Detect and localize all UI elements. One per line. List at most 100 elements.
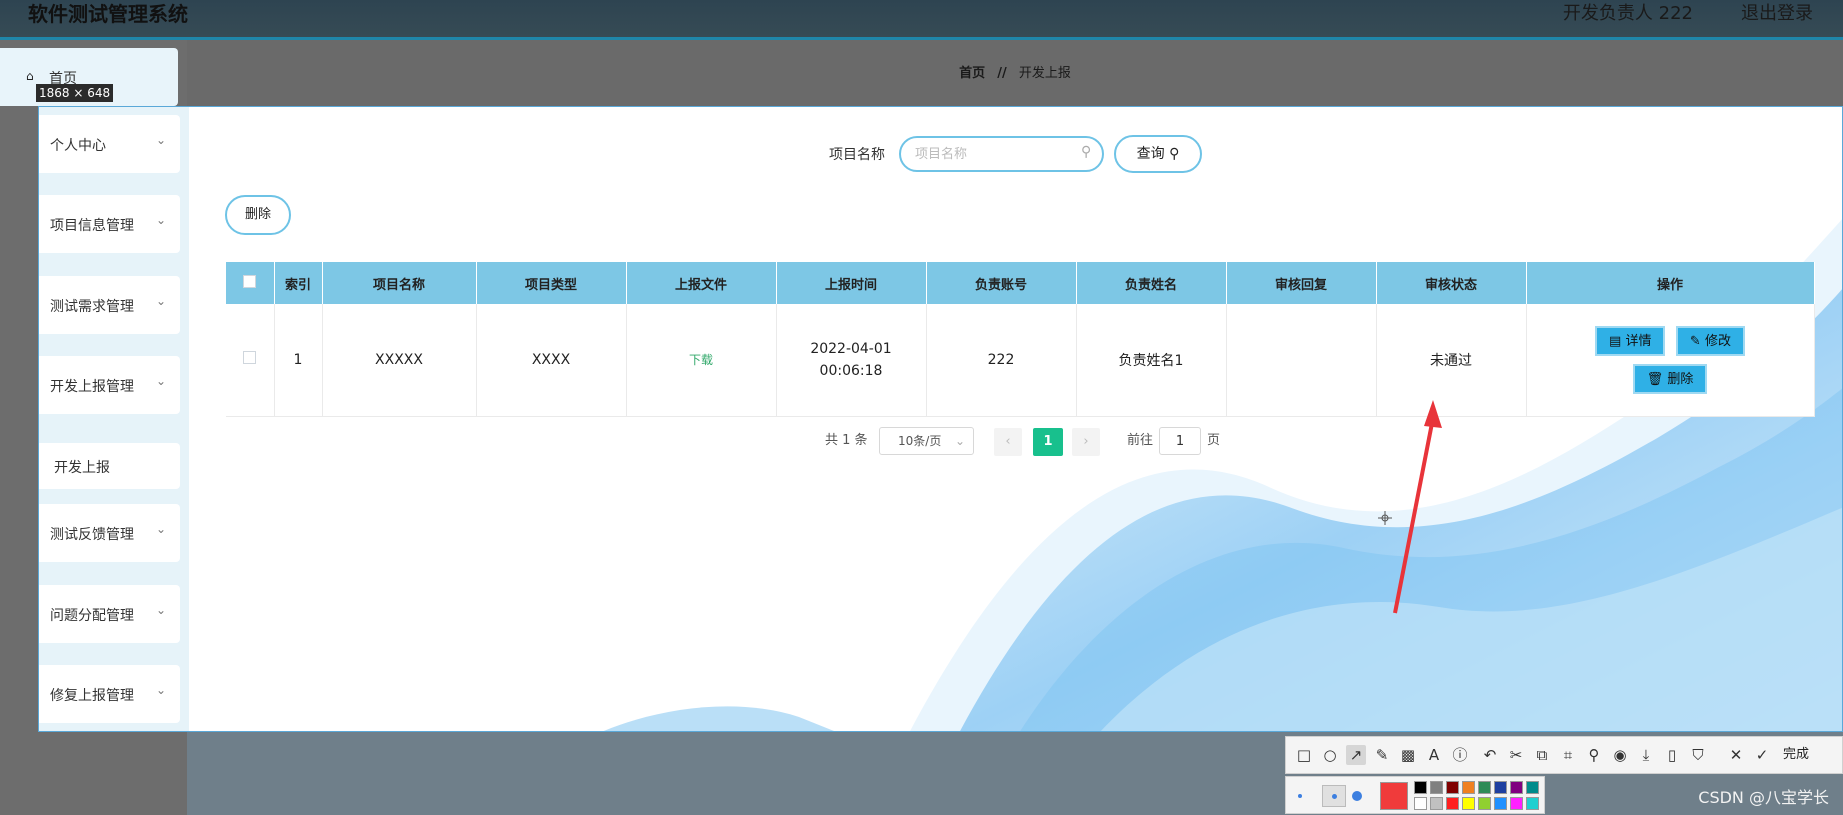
mosaic-icon[interactable]: ▩ [1398, 745, 1418, 765]
number-icon[interactable]: ⓘ [1450, 745, 1470, 765]
download-link[interactable]: 下载 [689, 353, 713, 367]
sidebar-item-test-feedback[interactable]: ▦ 测试反馈管理 ⌄ [39, 504, 180, 562]
chevron-down-icon: ⌄ [155, 683, 166, 697]
phone-icon[interactable]: ▯ [1662, 745, 1682, 765]
cell-actions: ▤ 详情 ✎ 修改 🗑 删除 [1526, 304, 1815, 417]
color-swatch[interactable] [1414, 781, 1427, 794]
page-size-select[interactable]: 10条/页 ⌄ [879, 427, 974, 455]
wave-background [603, 219, 1842, 731]
row-select-cell[interactable] [226, 304, 275, 417]
color-swatch[interactable] [1462, 797, 1475, 810]
chevron-down-icon: ⌄ [155, 374, 166, 388]
color-swatch[interactable] [1462, 781, 1475, 794]
logout-link[interactable]: 退出登录 [1741, 0, 1813, 25]
column-header: 操作 [1526, 262, 1815, 304]
color-swatch[interactable] [1478, 797, 1491, 810]
sidebar-item-personal[interactable]: ● 个人中心 ⌄ [39, 115, 180, 173]
row-checkbox[interactable] [243, 351, 257, 365]
column-header: 项目类型 [476, 262, 627, 304]
color-swatch[interactable] [1446, 797, 1459, 810]
pagination-total: 共 1 条 [825, 433, 868, 448]
sidebar-item-fix-report[interactable]: ⚑ 修复上报管理 ⌄ [39, 665, 180, 723]
cell-project-name: XXXXX [322, 304, 477, 417]
size-medium-dot [1332, 794, 1337, 799]
row-delete-button[interactable]: 🗑 删除 [1632, 363, 1708, 394]
color-swatch[interactable] [1446, 781, 1459, 794]
sidebar-item-label: 测试反馈管理 [50, 527, 134, 543]
screenshot-toolbar: □ ○ ↗ ✎ ▩ A ⓘ ↶ ✂ ⧉ ⌗ ⚲ ◉ ⤓ ▯ ⛉ ✕ ✓ 完成 [1285, 736, 1843, 774]
search-input[interactable] [899, 136, 1104, 172]
download-icon[interactable]: ⤓ [1636, 745, 1656, 765]
color-swatch[interactable] [1510, 781, 1523, 794]
record-icon[interactable]: ◉ [1610, 745, 1630, 765]
close-icon[interactable]: ✕ [1726, 745, 1746, 765]
sidebar-item-label: 问题分配管理 [50, 608, 134, 624]
color-swatch[interactable] [1526, 781, 1539, 794]
color-swatch[interactable] [1414, 797, 1427, 810]
circle-icon[interactable]: ○ [1320, 745, 1340, 765]
size-medium-selected[interactable] [1322, 785, 1346, 807]
bookmark-icon[interactable]: ⛉ [1688, 745, 1708, 765]
sidebar-item-project-info[interactable]: ■ 项目信息管理 ⌄ [39, 195, 180, 253]
detail-button[interactable]: ▤ 详情 [1595, 325, 1666, 356]
chevron-down-icon: ⌄ [155, 213, 166, 227]
rectangle-icon[interactable]: □ [1294, 745, 1314, 765]
capture-size-label: 1868 × 648 [36, 84, 114, 102]
edit-icon: ✎ [1689, 333, 1705, 349]
chevron-down-icon: ⌄ [155, 603, 166, 617]
edit-button-label: 修改 [1704, 333, 1731, 349]
next-page-button[interactable]: › [1072, 428, 1100, 456]
undo-icon[interactable]: ↶ [1480, 745, 1500, 765]
color-swatch[interactable] [1478, 781, 1491, 794]
color-swatch[interactable] [1494, 781, 1507, 794]
color-swatch[interactable] [1510, 797, 1523, 810]
sidebar-subitem-dev-report[interactable]: 开发上报 [39, 443, 180, 489]
color-palette [1285, 776, 1545, 814]
text-icon[interactable]: A [1424, 745, 1444, 765]
sidebar-item-label: 修复上报管理 [50, 688, 134, 704]
select-all-checkbox[interactable] [243, 274, 257, 288]
color-swatch[interactable] [1494, 797, 1507, 810]
sidebar-item-test-requirements[interactable]: ▦ 测试需求管理 ⌄ [39, 276, 180, 334]
pen-icon[interactable]: ✎ [1372, 745, 1392, 765]
page-size-value: 10条/页 [898, 434, 942, 448]
sidebar-item-label: 测试需求管理 [50, 299, 134, 315]
size-small-dot[interactable] [1298, 794, 1302, 798]
bulk-delete-button[interactable]: 删除 [225, 195, 291, 235]
sidebar-subitem-label: 开发上报 [54, 460, 110, 476]
cell-index: 1 [274, 304, 323, 417]
goto-page-input[interactable] [1159, 427, 1201, 455]
arrow-icon[interactable]: ↗ [1346, 745, 1366, 765]
scan-icon[interactable]: ⌗ [1558, 745, 1578, 765]
query-button[interactable]: 查询 ⚲ [1114, 135, 1202, 173]
color-swatch[interactable] [1526, 797, 1539, 810]
current-user-label[interactable]: 开发负责人 222 [1563, 0, 1693, 25]
capture-region: ● 个人中心 ⌄ ■ 项目信息管理 ⌄ ▦ 测试需求管理 ⌄ ▦ 开发上报管理 … [38, 106, 1843, 732]
done-button[interactable]: 完成 [1783, 745, 1809, 765]
pin-icon[interactable]: ⚲ [1584, 745, 1604, 765]
search-icon: ⚲ [1169, 146, 1180, 162]
edit-button[interactable]: ✎ 修改 [1675, 325, 1745, 356]
sidebar-item-dev-report[interactable]: ▦ 开发上报管理 ⌄ [39, 356, 180, 414]
search-icon: ⚲ [1081, 144, 1092, 160]
translate-icon[interactable]: ⧉ [1532, 745, 1552, 765]
select-all-cell[interactable] [226, 262, 275, 304]
breadcrumb-current: 开发上报 [1018, 66, 1071, 81]
current-color-swatch [1380, 782, 1408, 810]
breadcrumb-home[interactable]: 首页 [959, 66, 985, 81]
confirm-icon[interactable]: ✓ [1752, 745, 1772, 765]
chevron-left-icon: ‹ [1005, 434, 1011, 449]
column-header: 索引 [274, 262, 323, 304]
column-header: 审核回复 [1226, 262, 1377, 304]
color-swatch[interactable] [1430, 797, 1443, 810]
sidebar-item-issue-assign[interactable]: ▦ 问题分配管理 ⌄ [39, 585, 180, 643]
prev-page-button[interactable]: ‹ [994, 428, 1022, 456]
page-number-current[interactable]: 1 [1033, 428, 1063, 456]
cell-project-type: XXXX [476, 304, 627, 417]
table-row: 1 XXXXX XXXX 下载 2022-04-01 00:06:18 222 … [226, 304, 1815, 417]
chevron-down-icon: ⌄ [155, 133, 166, 147]
cut-icon[interactable]: ✂ [1506, 745, 1526, 765]
size-large-dot[interactable] [1352, 791, 1362, 801]
chevron-down-icon: ⌄ [155, 522, 166, 536]
color-swatch[interactable] [1430, 781, 1443, 794]
